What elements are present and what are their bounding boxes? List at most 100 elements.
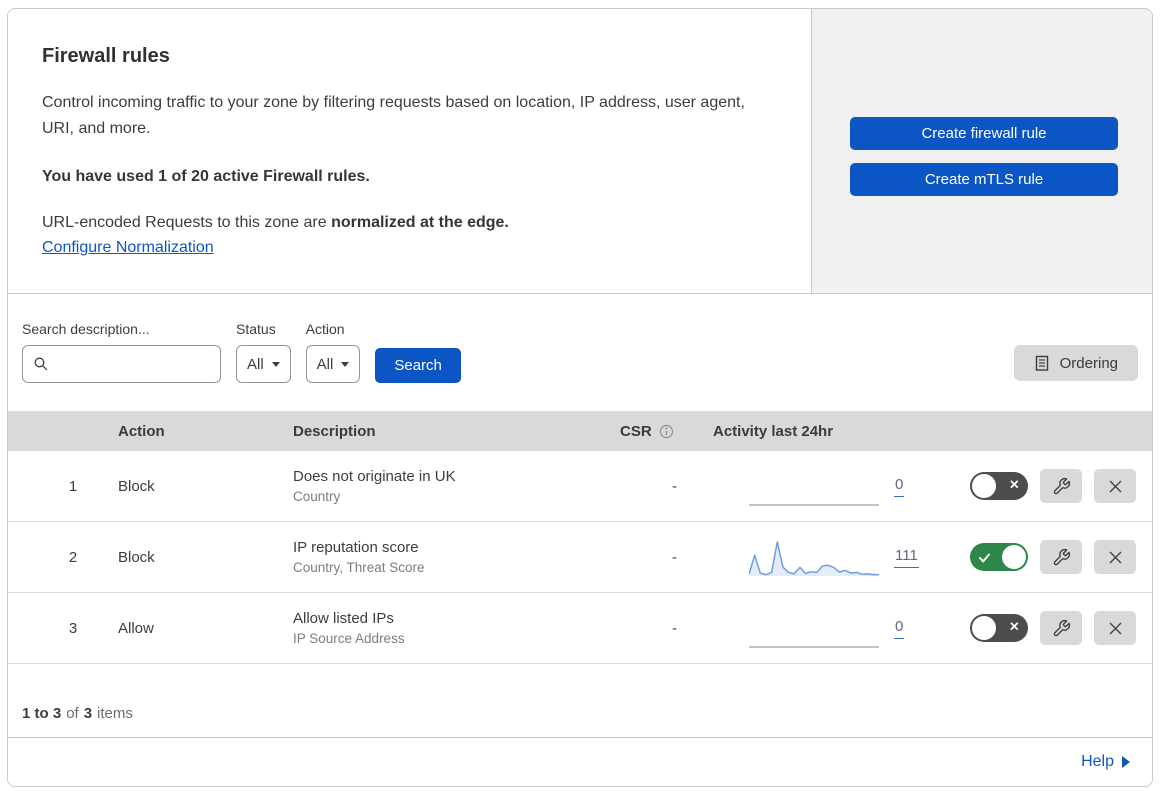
x-icon: × — [1009, 618, 1019, 636]
rule-controls-cell: × — [963, 611, 1152, 645]
rule-description: Allow listed IPs — [293, 610, 394, 627]
ordering-button-label: Ordering — [1059, 354, 1118, 372]
toggle-knob — [972, 474, 996, 498]
delete-rule-button[interactable] — [1094, 611, 1136, 645]
delete-rule-button[interactable] — [1094, 469, 1136, 503]
pagination-summary: 1 to 3 of 3 items — [8, 664, 1152, 738]
help-bar: Help — [8, 738, 1152, 786]
activity-column-header: Activity last 24hr — [713, 422, 834, 440]
page-title: Firewall rules — [42, 45, 170, 67]
rule-description: IP reputation score — [293, 539, 419, 556]
help-arrow-icon — [1122, 756, 1130, 768]
table-row: 1 Block Does not originate in UK Country… — [8, 451, 1152, 522]
rule-priority: 1 — [68, 477, 78, 495]
edit-rule-button[interactable] — [1040, 611, 1082, 645]
search-button[interactable]: Search — [375, 348, 461, 383]
wrench-icon — [1052, 477, 1071, 496]
configure-normalization-link[interactable]: Configure Normalization — [42, 239, 214, 256]
chevron-down-icon — [271, 361, 280, 367]
firewall-rules-card: Firewall rules Control incoming traffic … — [7, 8, 1153, 787]
table-row: 3 Allow Allow listed IPs IP Source Addre… — [8, 593, 1152, 664]
rule-csr-value: - — [672, 477, 677, 495]
activity-count-link[interactable]: 111 — [894, 547, 919, 568]
table-row: 2 Block IP reputation score Country, Thr… — [8, 522, 1152, 593]
info-icon[interactable] — [659, 424, 674, 439]
normalization-prefix: URL-encoded Requests to this zone are — [42, 214, 332, 231]
search-input[interactable] — [55, 355, 210, 373]
rule-priority: 2 — [68, 548, 78, 566]
search-label: Search description... — [22, 321, 150, 337]
rule-priority: 3 — [68, 619, 78, 637]
rule-enabled-toggle[interactable]: × — [970, 472, 1028, 500]
search-icon — [33, 356, 49, 372]
status-dropdown[interactable]: All — [236, 345, 291, 383]
status-filter-group: Status All — [236, 321, 291, 383]
normalization-bold: normalized at the edge. — [331, 214, 509, 231]
table-header-row: Action Description CSR Activity last 24h… — [8, 411, 1152, 451]
hero-section: Firewall rules Control incoming traffic … — [8, 9, 1152, 294]
search-input-box[interactable] — [22, 345, 221, 383]
create-mtls-rule-button[interactable]: Create mTLS rule — [850, 162, 1118, 196]
wrench-icon — [1052, 619, 1071, 638]
close-icon — [1108, 550, 1123, 565]
wrench-icon — [1052, 548, 1071, 567]
hero-text-panel: Firewall rules Control incoming traffic … — [8, 9, 811, 293]
rule-description-cell: IP reputation score Country, Threat Scor… — [293, 539, 620, 575]
rule-fields: Country, Threat Score — [293, 560, 425, 575]
rule-activity-cell: 111 — [713, 534, 963, 580]
activity-sparkline — [749, 504, 879, 506]
items-of: of — [66, 705, 79, 722]
ordering-button[interactable]: Ordering — [1013, 345, 1138, 381]
rule-fields: IP Source Address — [293, 631, 405, 646]
activity-sparkline — [749, 541, 879, 576]
rule-activity-cell: 0 — [713, 605, 963, 651]
activity-count-link[interactable]: 0 — [894, 476, 905, 497]
create-firewall-rule-button[interactable]: Create firewall rule — [850, 116, 1118, 150]
activity-count-link[interactable]: 0 — [894, 618, 905, 639]
rule-action: Block — [118, 548, 155, 566]
action-dropdown-value: All — [316, 355, 334, 373]
edit-rule-button[interactable] — [1040, 540, 1082, 574]
activity-sparkline — [749, 646, 879, 648]
rule-activity-cell: 0 — [713, 463, 963, 509]
rule-enabled-toggle[interactable]: × — [970, 543, 1028, 571]
action-filter-group: Action All — [305, 321, 361, 383]
help-link[interactable]: Help — [1081, 753, 1114, 771]
status-label: Status — [236, 321, 276, 337]
normalization-note: URL-encoded Requests to this zone are no… — [42, 214, 771, 232]
check-icon — [978, 551, 991, 568]
items-word: items — [97, 705, 133, 722]
edit-rule-button[interactable] — [1040, 469, 1082, 503]
x-icon: × — [1009, 476, 1019, 494]
csr-column-header: CSR — [620, 423, 713, 440]
usage-summary: You have used 1 of 20 active Firewall ru… — [42, 168, 370, 185]
rule-action: Allow — [118, 619, 154, 637]
rule-fields: Country — [293, 489, 341, 504]
close-icon — [1108, 621, 1123, 636]
rule-controls-cell: × — [963, 469, 1152, 503]
page-description: Control incoming traffic to your zone by… — [42, 94, 745, 137]
delete-rule-button[interactable] — [1094, 540, 1136, 574]
status-dropdown-value: All — [247, 355, 264, 373]
items-range: 1 to 3 — [22, 705, 62, 722]
csr-header-label: CSR — [620, 422, 652, 440]
rule-enabled-toggle[interactable]: × — [970, 614, 1028, 642]
rule-action: Block — [118, 477, 155, 495]
items-total: 3 — [83, 705, 93, 722]
action-label: Action — [305, 321, 345, 337]
rule-description-cell: Allow listed IPs IP Source Address — [293, 610, 620, 646]
action-dropdown[interactable]: All — [305, 345, 361, 383]
rule-csr-value: - — [672, 619, 677, 637]
filter-bar: Search description... Status All Action … — [8, 294, 1152, 411]
rule-controls-cell: × — [963, 540, 1152, 574]
hero-actions-panel: Create firewall rule Create mTLS rule — [811, 9, 1152, 293]
action-column-header: Action — [118, 422, 165, 440]
rule-description-cell: Does not originate in UK Country — [293, 468, 620, 504]
rule-description: Does not originate in UK — [293, 468, 456, 485]
search-group: Search description... — [22, 321, 221, 383]
ordering-icon — [1034, 355, 1050, 372]
rule-csr-value: - — [672, 548, 677, 566]
toggle-knob — [972, 616, 996, 640]
description-column-header: Description — [293, 422, 376, 440]
close-icon — [1108, 479, 1123, 494]
